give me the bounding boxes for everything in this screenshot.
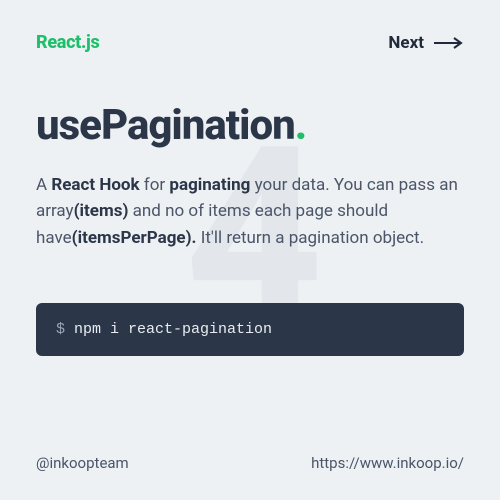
desc-bold: paginating	[169, 175, 250, 195]
desc-text: for	[140, 175, 170, 195]
next-button[interactable]: Next	[388, 33, 464, 53]
header: React.js Next	[36, 32, 464, 53]
footer: @inkoopteam https://www.inkoop.io/	[36, 454, 464, 472]
arrow-right-icon	[434, 37, 464, 49]
title-text: usePagination	[36, 101, 295, 150]
desc-text: It'll return a pagination object.	[196, 228, 424, 248]
code-prompt: $	[56, 321, 74, 338]
main-content: usePagination. A React Hook for paginati…	[36, 101, 464, 356]
page-title: usePagination.	[36, 101, 464, 150]
website-url[interactable]: https://www.inkoop.io/	[311, 454, 464, 472]
code-block: $ npm i react-pagination	[36, 303, 464, 356]
desc-text: A	[36, 175, 51, 195]
desc-bold: React Hook	[51, 175, 139, 195]
description: A React Hook for paginating your data. Y…	[36, 172, 464, 251]
desc-bold: (items)	[74, 201, 129, 221]
brand-label: React.js	[36, 32, 99, 53]
desc-bold: (itemsPerPage).	[72, 228, 197, 248]
code-command: npm i react-pagination	[74, 321, 272, 338]
title-dot: .	[295, 101, 306, 150]
social-handle[interactable]: @inkoopteam	[36, 454, 129, 472]
next-label: Next	[388, 33, 424, 53]
